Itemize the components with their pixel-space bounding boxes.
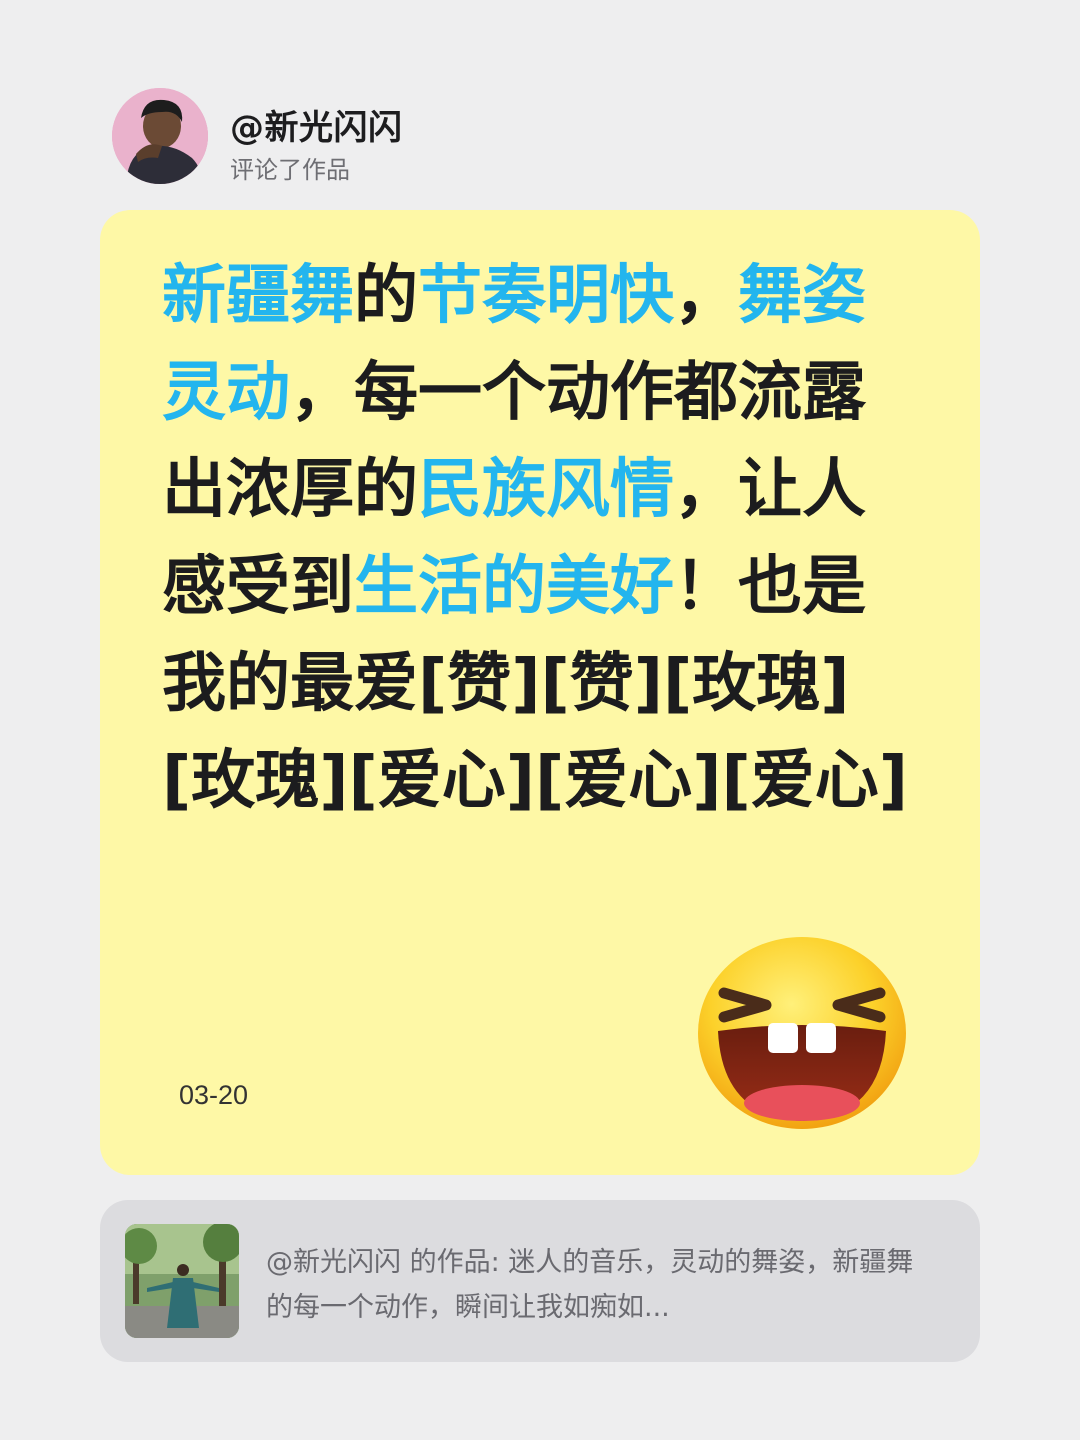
- source-work-card[interactable]: @新光闪闪 的作品: 迷人的音乐，灵动的舞姿，新疆舞的每一个动作，瞬间让我如痴如…: [100, 1200, 980, 1362]
- laughing-face-icon: [696, 935, 908, 1131]
- username[interactable]: @新光闪闪: [230, 100, 403, 149]
- highlighted-phrase: 新疆舞: [162, 259, 354, 333]
- comment-header: @新光闪闪 评论了作品: [112, 88, 912, 184]
- comment-phrase: ，: [674, 259, 738, 333]
- source-work-text: @新光闪闪 的作品: 迷人的音乐，灵动的舞姿，新疆舞的每一个动作，瞬间让我如痴如…: [266, 1247, 914, 1323]
- comment-card: 新疆舞的节奏明快，舞姿灵动，每一个动作都流露出浓厚的民族风情，让人感受到生活的美…: [100, 210, 980, 1175]
- action-text: 评论了作品: [230, 156, 350, 184]
- highlighted-phrase: 生活的美好: [354, 550, 674, 624]
- highlighted-phrase: 节奏明快: [418, 259, 674, 333]
- avatar[interactable]: [112, 88, 208, 184]
- thumbnail-photo: [125, 1224, 239, 1338]
- avatar-portrait: [112, 88, 208, 184]
- work-thumbnail[interactable]: [125, 1224, 239, 1338]
- comment-text: 新疆舞的节奏明快，舞姿灵动，每一个动作都流露出浓厚的民族风情，让人感受到生活的美…: [162, 248, 922, 830]
- comment-phrase: 的: [354, 259, 418, 333]
- comment-date: 03-20: [179, 1080, 249, 1110]
- highlighted-phrase: 民族风情: [418, 453, 674, 527]
